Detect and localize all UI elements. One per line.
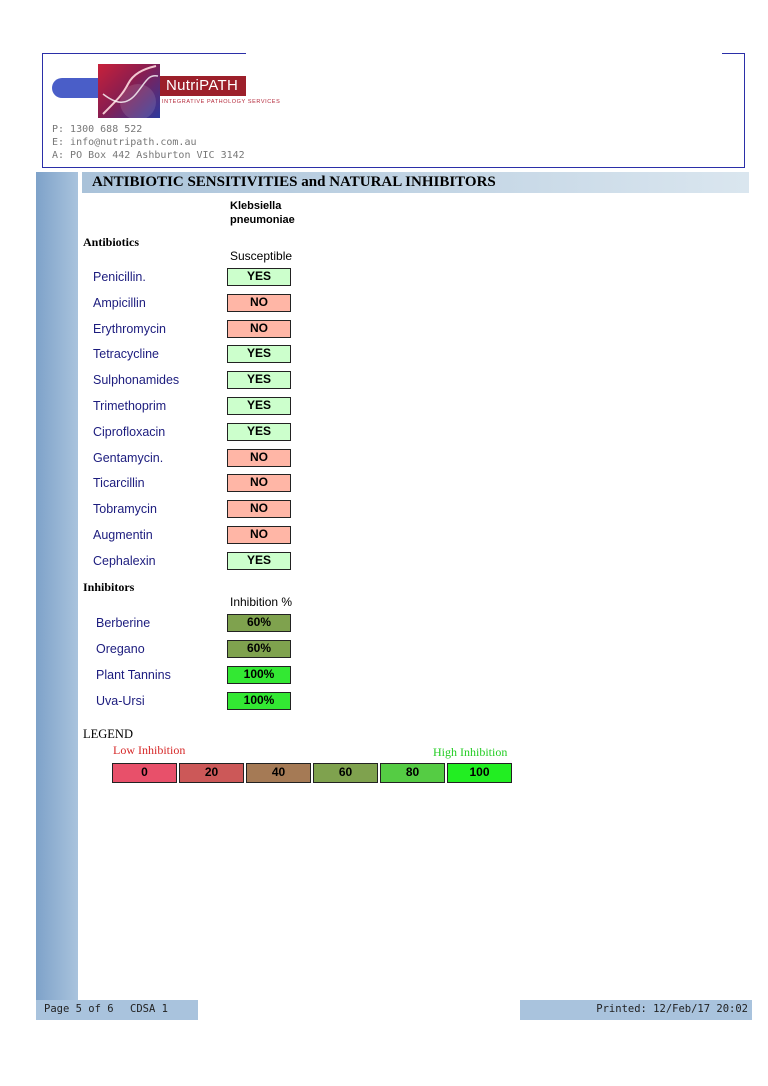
inhibitors-heading: Inhibitors (83, 580, 135, 594)
antibiotics-heading: Antibiotics (83, 235, 140, 249)
susceptibility-badge: YES (227, 345, 291, 363)
susceptibility-badge: YES (227, 552, 291, 570)
antibiotic-name: Trimethoprim (93, 399, 167, 413)
organism-name: Klebsiella pneumoniae (230, 200, 295, 226)
inhibitor-name: Oregano (96, 642, 145, 656)
antibiotic-name: Erythromycin (93, 322, 166, 336)
susceptibility-badge: YES (227, 268, 291, 286)
inhibition-badge: 100% (227, 692, 291, 710)
legend-cell: 40 (246, 763, 311, 783)
left-side-bar (36, 172, 78, 1020)
susceptible-heading: Susceptible (230, 249, 293, 263)
inhibition-badge: 100% (227, 666, 291, 684)
susceptibility-badge: YES (227, 371, 291, 389)
inhibitor-name: Berberine (96, 616, 151, 630)
contact-phone: P: 1300 688 522 (52, 124, 143, 135)
antibiotic-name: Ampicillin (93, 296, 146, 310)
legend-cell: 100 (447, 763, 512, 783)
contact-email: E: info@nutripath.com.au (52, 137, 197, 148)
inhibition-badge: 60% (227, 614, 291, 632)
antibiotic-name: Sulphonamides (93, 373, 180, 387)
susceptibility-badge: NO (227, 449, 291, 467)
inhibitor-name: Plant Tannins (96, 668, 171, 682)
contact-address: A: PO Box 442 Ashburton VIC 3142 (52, 150, 245, 161)
dna-logo-icon (98, 64, 160, 118)
antibiotic-name: Ticarcillin (93, 476, 145, 490)
legend-high-label: High Inhibition (433, 745, 508, 759)
legend-cell: 0 (112, 763, 177, 783)
antibiotic-name: Gentamycin. (93, 451, 164, 465)
susceptibility-badge: NO (227, 500, 291, 518)
legend-cell: 60 (313, 763, 378, 783)
susceptibility-badge: YES (227, 423, 291, 441)
legend-cell: 80 (380, 763, 445, 783)
antibiotic-name: Cephalexin (93, 554, 156, 568)
inhibitor-name: Uva-Ursi (96, 694, 145, 708)
susceptibility-badge: NO (227, 294, 291, 312)
legend-cell: 20 (179, 763, 244, 783)
susceptibility-badge: NO (227, 474, 291, 492)
susceptibility-badge: YES (227, 397, 291, 415)
inhibition-heading: Inhibition % (230, 595, 293, 609)
susceptibility-badge: NO (227, 526, 291, 544)
logo-tagline: INTEGRATIVE PATHOLOGY SERVICES (162, 99, 281, 105)
section-title: ANTIBIOTIC SENSITIVITIES and NATURAL INH… (92, 174, 496, 190)
antibiotic-name: Augmentin (93, 528, 153, 542)
susceptibility-badge: NO (227, 320, 291, 338)
antibiotic-name: Ciprofloxacin (93, 425, 166, 439)
footer-doc-name: CDSA 1 (130, 1003, 168, 1015)
footer-printed-date: Printed: 12/Feb/17 20:02 (596, 1003, 748, 1015)
footer-page-number: Page 5 of 6 (44, 1003, 114, 1015)
antibiotic-name: Tetracycline (93, 347, 159, 361)
inhibition-badge: 60% (227, 640, 291, 658)
antibiotic-name: Penicillin. (93, 270, 146, 284)
legend-title: LEGEND (83, 727, 133, 741)
antibiotic-name: Tobramycin (93, 502, 157, 516)
logo-name: NutriPATH (166, 77, 239, 94)
legend-low-label: Low Inhibition (113, 743, 186, 757)
